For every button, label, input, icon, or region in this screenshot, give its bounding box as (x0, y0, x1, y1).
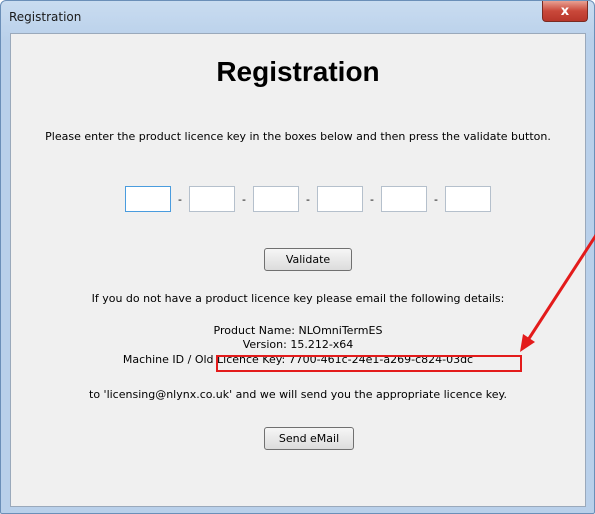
annotation-arrow (520, 234, 595, 352)
